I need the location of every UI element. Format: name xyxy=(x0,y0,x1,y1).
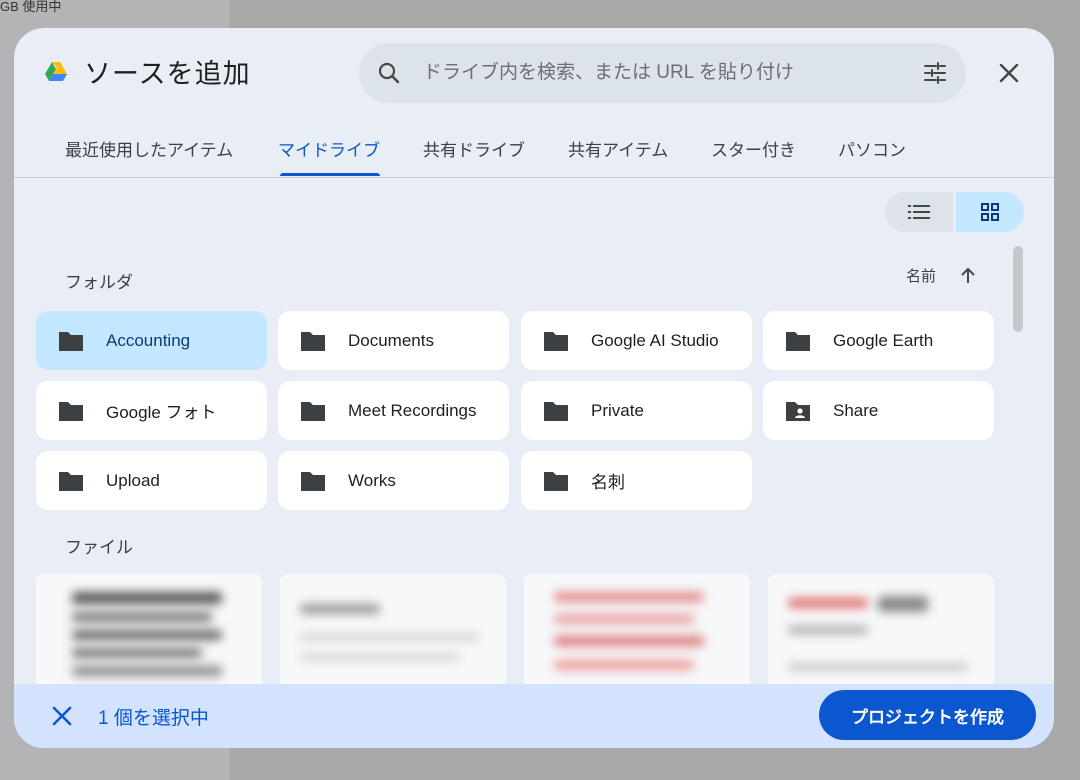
create-project-button[interactable]: プロジェクトを作成 xyxy=(819,690,1036,740)
folder-name: Google フォト xyxy=(106,403,217,422)
active-tab-indicator xyxy=(280,173,380,176)
sort-control[interactable]: 名前 xyxy=(906,265,978,286)
search-options-icon[interactable] xyxy=(922,60,948,86)
clear-selection-icon[interactable] xyxy=(50,704,74,728)
folder-icon xyxy=(301,471,325,491)
folder-icon xyxy=(59,471,83,491)
grid-view-button[interactable] xyxy=(956,192,1024,232)
folder-name: Google AI Studio xyxy=(591,330,719,350)
folder-icon xyxy=(544,401,568,421)
search-bar[interactable] xyxy=(359,43,966,103)
folder-name: Accounting xyxy=(106,330,191,350)
tab-my-drive[interactable]: マイドライブ xyxy=(278,136,380,161)
tab-computers[interactable]: パソコン xyxy=(838,136,906,161)
folder-item[interactable]: Google Earth xyxy=(763,311,994,370)
dialog-header: ソースを追加 xyxy=(44,52,251,91)
folder-item[interactable]: Private xyxy=(521,381,752,440)
folder-name: Google Earth xyxy=(833,330,934,350)
folder-name: Upload xyxy=(106,470,160,490)
folder-icon xyxy=(301,401,325,421)
folder-name: Works xyxy=(348,470,396,490)
folder-item[interactable]: Upload xyxy=(36,451,267,510)
file-thumbnail[interactable] xyxy=(280,574,506,694)
tab-shared-with-me[interactable]: 共有アイテム xyxy=(568,136,668,161)
folder-name: Meet Recordings xyxy=(348,400,477,420)
drive-tabs: 最近使用したアイテム マイドライブ 共有ドライブ 共有アイテム スター付き パソ… xyxy=(14,128,1054,178)
dialog-title: ソースを追加 xyxy=(84,59,251,89)
folder-item[interactable]: Share xyxy=(763,381,994,440)
file-thumbnail[interactable] xyxy=(36,574,262,694)
folder-item[interactable]: Google AI Studio xyxy=(521,311,752,370)
close-icon xyxy=(999,63,1019,83)
file-thumbnail[interactable] xyxy=(524,574,750,694)
selection-footer: 1 個を選択中 プロジェクトを作成 xyxy=(14,684,1054,748)
folders-section-label: フォルダ xyxy=(65,273,133,292)
folder-item[interactable]: Works xyxy=(278,451,509,510)
selected-count-text: 1 個を選択中 xyxy=(98,708,209,729)
tab-shared-drives[interactable]: 共有ドライブ xyxy=(423,136,525,161)
folder-name: Share xyxy=(833,400,879,420)
google-drive-logo-icon xyxy=(45,61,67,81)
sort-label[interactable]: 名前 xyxy=(906,265,936,286)
list-view-icon xyxy=(908,205,930,219)
list-view-button[interactable] xyxy=(885,192,953,232)
close-dialog-button[interactable] xyxy=(994,58,1024,88)
tab-starred[interactable]: スター付き xyxy=(711,136,796,161)
folder-icon xyxy=(59,401,83,421)
add-source-dialog: ソースを追加 最近使用したアイテム マイドライブ 共有ドライブ 共有アイテム ス… xyxy=(14,28,1054,748)
grid-view-icon xyxy=(981,203,999,221)
folder-icon xyxy=(544,471,568,491)
folder-item[interactable]: Google フォト xyxy=(36,381,267,440)
shared-folder-icon xyxy=(786,401,810,421)
folder-icon xyxy=(786,331,810,351)
search-icon xyxy=(378,62,400,84)
folder-item[interactable]: Documents xyxy=(278,311,509,370)
view-toggle xyxy=(885,192,1024,232)
folder-name: 名刺 xyxy=(591,473,625,492)
search-input[interactable] xyxy=(423,62,922,84)
file-thumbnail[interactable] xyxy=(768,574,994,694)
folder-item[interactable]: Meet Recordings xyxy=(278,381,509,440)
tab-recent[interactable]: 最近使用したアイテム xyxy=(65,136,233,161)
files-section-label: ファイル xyxy=(65,538,133,557)
sort-ascending-arrow-icon[interactable] xyxy=(958,266,978,286)
folder-icon xyxy=(544,331,568,351)
folder-icon xyxy=(301,331,325,351)
folder-item[interactable]: Accounting xyxy=(36,311,267,370)
folder-name: Private xyxy=(591,400,644,420)
folder-icon xyxy=(59,331,83,351)
scrollbar-thumb[interactable] xyxy=(1013,246,1023,332)
storage-usage-text: GB 使用中 xyxy=(0,0,62,14)
folder-name: Documents xyxy=(348,330,434,350)
folder-item[interactable]: 名刺 xyxy=(521,451,752,510)
